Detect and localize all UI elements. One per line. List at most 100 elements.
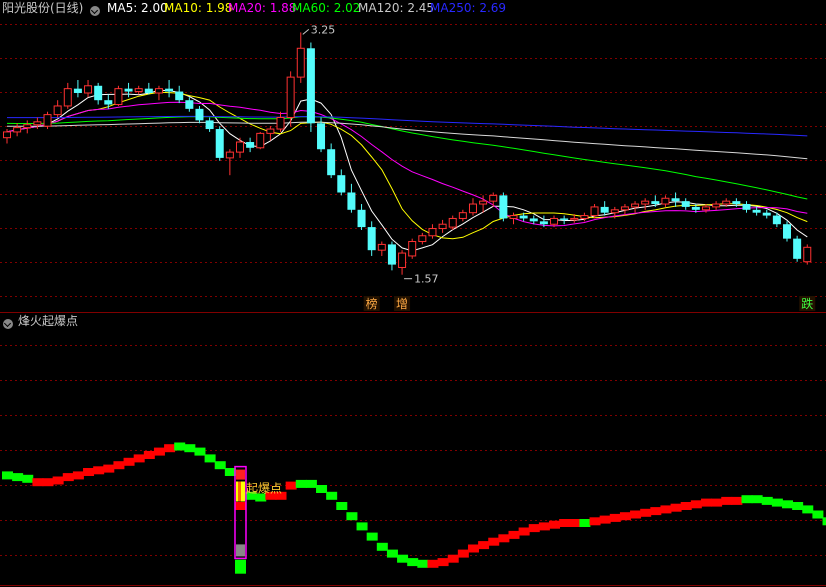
indicator-block bbox=[366, 532, 378, 541]
candle-up bbox=[225, 151, 234, 159]
candle-down bbox=[539, 221, 548, 225]
indicator-block bbox=[721, 496, 733, 505]
indicator-block bbox=[316, 485, 328, 493]
indicator-block bbox=[2, 471, 13, 480]
indicator-block bbox=[72, 471, 84, 480]
signal-gray-block bbox=[235, 544, 245, 557]
candle-up bbox=[489, 194, 498, 202]
candle-up bbox=[134, 88, 143, 93]
candle-down bbox=[762, 212, 771, 216]
indicator-block bbox=[589, 517, 601, 526]
indicator-block bbox=[194, 447, 206, 456]
indicator-block bbox=[680, 502, 692, 510]
candle-down bbox=[681, 201, 690, 207]
indicator-block bbox=[670, 503, 682, 512]
indicator-block bbox=[417, 559, 429, 568]
candle-up bbox=[661, 197, 670, 205]
indicator-block bbox=[305, 479, 317, 488]
candle-down bbox=[165, 88, 174, 92]
indicator-block bbox=[609, 513, 621, 522]
indicator-block bbox=[295, 479, 307, 488]
indicator-block bbox=[508, 530, 520, 539]
candle-up bbox=[23, 124, 32, 129]
indicator-block bbox=[782, 500, 794, 509]
candle-up bbox=[154, 88, 163, 94]
candle-up bbox=[276, 117, 285, 130]
indicator-block bbox=[346, 512, 358, 521]
candle-down bbox=[185, 100, 194, 109]
candle-down bbox=[205, 120, 214, 130]
indicator-block bbox=[467, 544, 479, 553]
indicator-block bbox=[751, 495, 763, 504]
candle-up bbox=[479, 200, 488, 205]
candle-down bbox=[651, 201, 660, 205]
indicator-block bbox=[153, 447, 165, 456]
candle-up bbox=[550, 217, 559, 225]
candle-up bbox=[448, 217, 457, 228]
kline-chart[interactable]: 3.25 1.57 榜 增 跌起爆点 bbox=[0, 0, 826, 587]
candle-down bbox=[671, 198, 680, 202]
indicator-block bbox=[822, 517, 826, 526]
candle-down bbox=[215, 129, 224, 158]
indicator-block bbox=[812, 510, 824, 519]
candle-up bbox=[803, 246, 812, 263]
indicator-block bbox=[761, 496, 773, 505]
candle-up bbox=[408, 241, 417, 257]
ma5-line bbox=[6, 89, 808, 252]
marker-label: 增 bbox=[396, 297, 408, 311]
indicator-block bbox=[518, 527, 530, 536]
candle-up bbox=[712, 203, 721, 208]
candle-up bbox=[286, 76, 295, 119]
candle-up bbox=[3, 131, 11, 139]
candle-down bbox=[175, 91, 184, 101]
candle-up bbox=[641, 200, 650, 205]
candle-down bbox=[600, 206, 609, 213]
indicator-block bbox=[22, 474, 34, 483]
candle-up bbox=[590, 206, 599, 217]
candle-down bbox=[317, 123, 326, 150]
indicator-block bbox=[133, 454, 145, 463]
indicator-block bbox=[457, 549, 469, 558]
candle-up bbox=[398, 252, 407, 268]
indicator-block bbox=[549, 520, 561, 529]
indicator-block bbox=[42, 478, 54, 487]
indicator-block bbox=[640, 508, 652, 517]
candle-down bbox=[246, 142, 255, 148]
indicator-block bbox=[741, 495, 753, 504]
indicator-block bbox=[528, 524, 540, 533]
signal-orange-core bbox=[237, 481, 241, 502]
candle-up bbox=[610, 209, 619, 214]
candle-down bbox=[772, 215, 781, 225]
candle-up bbox=[438, 223, 447, 230]
indicator-block bbox=[488, 537, 500, 546]
indicator-block bbox=[164, 444, 176, 453]
indicator-block bbox=[447, 554, 459, 563]
candle-down bbox=[387, 244, 396, 265]
candle-up bbox=[114, 88, 123, 106]
indicator-block bbox=[234, 502, 246, 510]
ma10-line bbox=[6, 91, 808, 240]
candle-down bbox=[104, 100, 113, 105]
candle-down bbox=[357, 209, 366, 228]
candle-down bbox=[560, 218, 569, 220]
candle-up bbox=[701, 206, 710, 211]
indicator-block bbox=[83, 468, 95, 476]
candle-up bbox=[570, 217, 579, 221]
indicator-block bbox=[285, 481, 297, 490]
candle-down bbox=[691, 206, 700, 210]
candle-down bbox=[347, 192, 356, 210]
indicator-block bbox=[599, 515, 611, 524]
signal-label: 起爆点 bbox=[246, 482, 282, 496]
candle-down bbox=[73, 88, 82, 93]
signal-base-block bbox=[234, 559, 246, 574]
candle-up bbox=[377, 243, 386, 251]
indicator-block bbox=[103, 464, 115, 473]
candle-up bbox=[84, 85, 93, 94]
high-arrow bbox=[302, 29, 310, 35]
candle-up bbox=[266, 128, 275, 134]
indicator-block bbox=[204, 454, 216, 463]
candle-down bbox=[337, 175, 346, 193]
candle-down bbox=[306, 48, 315, 124]
low-price-label: 1.57 bbox=[414, 273, 439, 286]
indicator-block bbox=[792, 502, 804, 510]
